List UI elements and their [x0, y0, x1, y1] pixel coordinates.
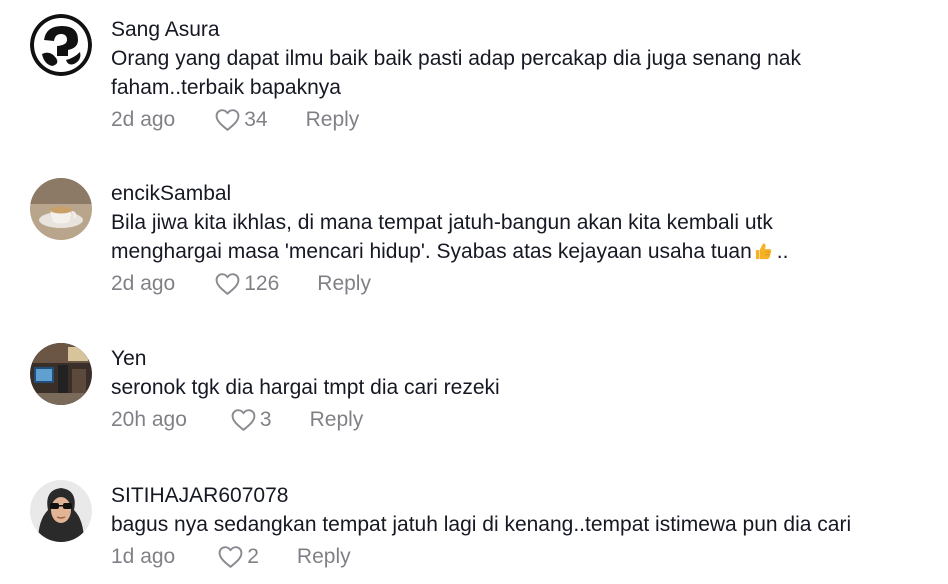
like-count: 126 [244, 272, 280, 295]
like-count: 34 [244, 108, 268, 131]
comment-time: 20h ago [111, 408, 187, 431]
reply-button[interactable]: Reply [317, 272, 371, 296]
comment-meta: 2d ago 126 Reply [111, 269, 938, 299]
room-photo-icon [30, 343, 92, 405]
like-button[interactable]: 34 [214, 108, 268, 132]
comment-username[interactable]: Sang Asura [111, 17, 938, 43]
comment-username[interactable]: SITIHAJAR607078 [111, 483, 938, 509]
woman-hijab-icon [30, 480, 92, 542]
like-count: 3 [259, 408, 272, 431]
heart-icon [231, 409, 256, 431]
comment-meta: 20h ago 3 Reply [111, 405, 938, 435]
thumbs-up-emoji-icon [755, 243, 771, 260]
comment-time: 2d ago [111, 272, 176, 295]
heart-icon [218, 546, 243, 568]
comment-text: Orang yang dapat ilmu baik baik pasti ad… [111, 47, 801, 99]
like-button[interactable]: 2 [217, 545, 259, 569]
comment-meta: 1d ago 2 Reply [111, 542, 938, 572]
comment-meta: 2d ago 34 Reply [111, 105, 938, 135]
avatar[interactable] [30, 14, 92, 76]
heart-icon [215, 273, 240, 295]
comment-username[interactable]: encikSambal [111, 181, 938, 207]
avatar[interactable] [30, 480, 92, 542]
like-button[interactable]: 126 [214, 272, 279, 296]
comment-text-body: Bila jiwa kita ikhlas, di mana tempat ja… [111, 211, 773, 263]
avatar[interactable] [30, 343, 92, 405]
comment-time: 2d ago [111, 108, 176, 131]
comment-text: seronok tgk dia hargai tmpt dia cari rez… [111, 376, 500, 399]
coffee-cup-icon [30, 178, 92, 240]
reply-button[interactable]: Reply [310, 408, 364, 432]
comment-username[interactable]: Yen [111, 346, 938, 372]
comment-text-tail: .. [776, 240, 789, 263]
like-button[interactable]: 3 [230, 408, 272, 432]
heart-icon [215, 109, 240, 131]
comment-text: Bila jiwa kita ikhlas, di mana tempat ja… [111, 208, 881, 266]
like-count: 2 [247, 545, 259, 568]
reply-button[interactable]: Reply [297, 545, 351, 569]
reply-button[interactable]: Reply [306, 108, 360, 132]
black-white-logo-icon [30, 14, 92, 76]
avatar[interactable] [30, 178, 92, 240]
comment-time: 1d ago [111, 545, 176, 568]
comment-text: bagus nya sedangkan tempat jatuh lagi di… [111, 513, 852, 536]
